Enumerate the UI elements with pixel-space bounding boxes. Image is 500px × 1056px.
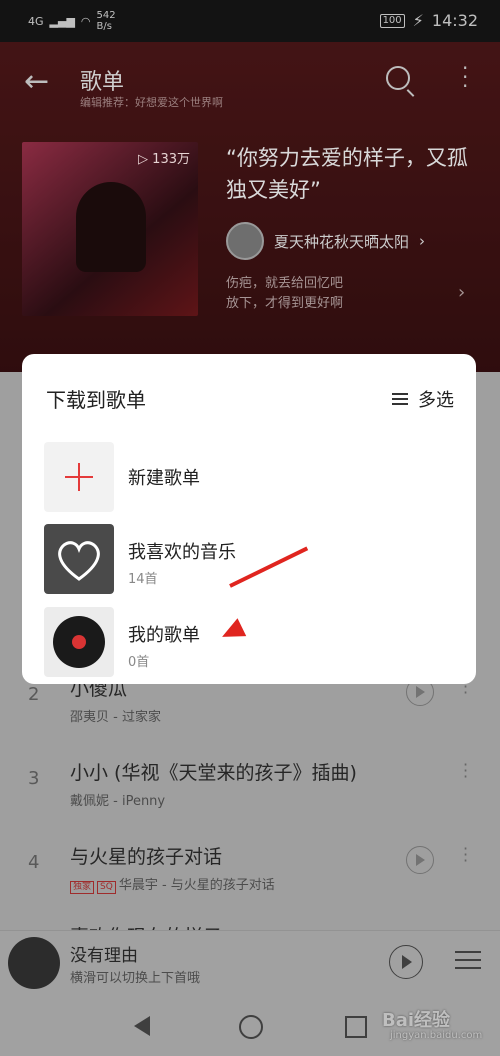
download-to-playlist-dialog: 下载到歌单 多选 新建歌单 我喜欢的音乐 14首 我的歌单 0首 bbox=[22, 354, 476, 684]
top-nav: ← 歌单 编辑推荐：好想爱这个世界啊 · · · bbox=[0, 58, 500, 109]
more-vertical-icon[interactable]: ··· bbox=[462, 58, 468, 96]
item-label: 新建歌单 bbox=[128, 468, 200, 489]
avatar bbox=[226, 222, 264, 260]
page-title: 歌单 bbox=[80, 70, 125, 95]
heart-icon bbox=[44, 524, 114, 594]
plus-icon bbox=[44, 442, 114, 512]
item-label: 我的歌单 bbox=[128, 625, 200, 646]
multi-select-button[interactable]: 多选 bbox=[392, 386, 454, 412]
item-count: 14首 bbox=[128, 572, 158, 587]
my-playlist-item[interactable]: 我的歌单 0首 bbox=[44, 607, 464, 679]
playlist-description[interactable]: 伤疤，就丢给回忆吧 放下，才得到更好啊 bbox=[226, 274, 343, 314]
chevron-right-icon: › bbox=[419, 232, 426, 250]
play-count: ▷ 133万 bbox=[138, 152, 190, 167]
item-count: 0首 bbox=[128, 655, 150, 670]
multi-select-label: 多选 bbox=[418, 390, 454, 411]
back-arrow-icon[interactable]: ← bbox=[24, 64, 49, 99]
new-playlist-item[interactable]: 新建歌单 bbox=[44, 442, 464, 514]
item-label: 我喜欢的音乐 bbox=[128, 542, 236, 563]
list-icon bbox=[392, 390, 408, 408]
creator-row[interactable]: 夏天种花秋天晒太阳 › bbox=[226, 222, 425, 260]
dialog-title: 下载到歌单 bbox=[46, 388, 146, 412]
playlist-cover[interactable]: ▷ 133万 bbox=[22, 142, 198, 316]
favorite-music-item[interactable]: 我喜欢的音乐 14首 bbox=[44, 524, 464, 596]
chevron-right-icon: › bbox=[458, 282, 466, 303]
playlist-quote: “你努力去爱的样子，又孤独又美好” bbox=[226, 146, 468, 202]
search-icon[interactable] bbox=[386, 66, 410, 90]
vinyl-record-icon bbox=[44, 607, 114, 677]
page-subtitle: 编辑推荐：好想爱这个世界啊 bbox=[80, 96, 223, 109]
creator-name: 夏天种花秋天晒太阳 bbox=[274, 232, 410, 251]
cover-figure bbox=[76, 182, 146, 272]
